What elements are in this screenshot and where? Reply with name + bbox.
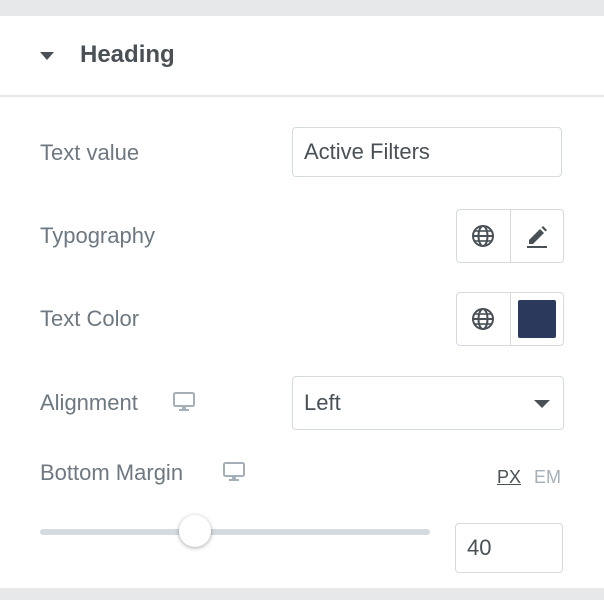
unit-px[interactable]: PX [497,466,521,488]
globe-icon [472,225,495,247]
bottom-margin-label: Bottom Margin [40,460,184,485]
text-value-input[interactable]: Active Filters [292,127,562,177]
chevron-down-icon [534,400,550,408]
alignment-select-value: Left [304,390,341,415]
text-color-global-button[interactable] [457,293,511,345]
typography-global-button[interactable] [457,210,511,262]
bottom-margin-slider-handle[interactable] [179,515,211,547]
alignment-label: Alignment [40,390,138,415]
typography-controls [456,209,564,263]
desktop-icon[interactable] [173,391,195,413]
alignment-select[interactable]: Left [292,376,564,430]
typography-edit-button[interactable] [511,210,564,262]
typography-label: Typography [40,223,155,248]
section-title: Heading [80,41,175,68]
text-color-controls [456,292,564,346]
text-color-label: Text Color [40,306,140,331]
text-value-label: Text value [40,140,140,165]
caret-down-icon[interactable] [40,52,54,60]
pencil-icon [526,226,547,248]
text-color-picker[interactable] [511,293,564,345]
globe-icon [472,308,495,330]
desktop-icon[interactable] [223,461,245,483]
color-swatch[interactable] [517,300,556,338]
unit-em[interactable]: EM [534,466,561,488]
heading-section-panel: Heading Text value Active Filters Typogr… [0,16,604,588]
bottom-margin-slider-track[interactable] [40,529,430,535]
bottom-margin-input[interactable]: 40 [455,523,563,573]
section-header[interactable]: Heading [0,16,604,97]
